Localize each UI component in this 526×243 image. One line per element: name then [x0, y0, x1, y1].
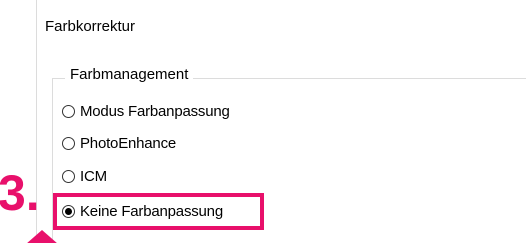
color-correction-panel: Farbkorrektur Farbmanagement Modus Farba…	[0, 0, 526, 243]
groupbox-legend: Farbmanagement	[65, 66, 194, 83]
radio-label: Modus Farbanpassung	[80, 102, 230, 120]
radio-photoenhance[interactable]: PhotoEnhance	[62, 132, 176, 154]
pointer-arrow-icon	[27, 230, 57, 243]
radio-icm[interactable]: ICM	[62, 165, 107, 187]
radio-modus-farbanpassung[interactable]: Modus Farbanpassung	[62, 100, 230, 122]
radio-button-icon[interactable]	[62, 104, 75, 118]
radio-button-icon[interactable]	[62, 169, 75, 183]
highlight-box	[53, 193, 264, 230]
step-number-label: 3.	[0, 165, 40, 221]
dialog-title: Farbkorrektur	[45, 18, 136, 35]
radio-label: PhotoEnhance	[80, 134, 177, 152]
radio-label: ICM	[80, 167, 107, 185]
radio-button-icon[interactable]	[62, 136, 75, 150]
